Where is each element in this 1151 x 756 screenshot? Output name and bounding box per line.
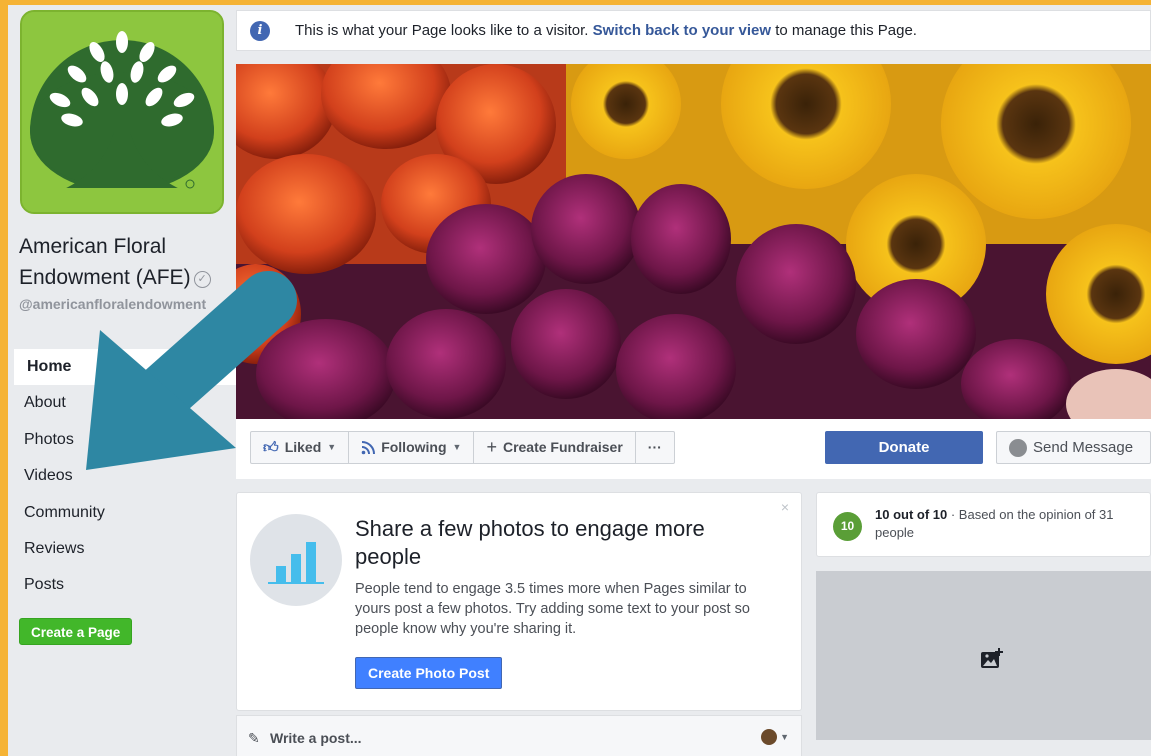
bar-chart-icon [250, 514, 342, 606]
send-message-label: Send Message [1033, 439, 1134, 456]
visitor-view-banner: i This is what your Page looks like to a… [236, 10, 1151, 51]
add-photo-icon [981, 648, 1003, 668]
nav-item-home[interactable]: Home [14, 349, 236, 386]
flowers-cover-image [236, 64, 1151, 419]
switch-view-link[interactable]: Switch back to your view [593, 22, 771, 39]
post-composer[interactable]: ✎ Write a post... ▼ [236, 715, 802, 756]
following-label: Following [381, 439, 447, 455]
rating-score[interactable]: 10 out of 10 [875, 507, 947, 522]
following-button[interactable]: Following ▼ [349, 432, 475, 463]
pencil-icon: ✎ [248, 730, 260, 746]
page-actions-group: 👍︎ Liked ▼ Following ▼ + Create Fundrais… [250, 431, 675, 464]
avatar [761, 729, 778, 745]
banner-suffix: to manage this Page. [775, 22, 917, 39]
rating-text: 10 out of 10 · Based on the opinion of 3… [875, 506, 1145, 542]
page-nav: Home About Photos Videos Community Revie… [14, 349, 236, 604]
rss-icon [361, 440, 376, 454]
page-handle[interactable]: @americanfloralendowment [19, 295, 219, 313]
banner-prefix: This is what your Page looks like to a v… [295, 22, 589, 39]
liked-label: Liked [284, 439, 322, 455]
cover-photo[interactable] [236, 64, 1151, 419]
donate-button[interactable]: Donate [825, 431, 983, 464]
nav-item-about[interactable]: About [14, 385, 236, 421]
nav-item-reviews[interactable]: Reviews [14, 531, 236, 567]
map-placeholder[interactable] [816, 571, 1151, 740]
page-profile-picture[interactable] [20, 10, 224, 214]
plus-icon: + [486, 437, 497, 457]
page-name-text: American Floral Endowment (AFE) [19, 235, 191, 289]
send-message-button[interactable]: Send Message [996, 431, 1151, 464]
nav-item-photos[interactable]: Photos [14, 422, 236, 458]
liked-button[interactable]: 👍︎ Liked ▼ [251, 432, 350, 463]
thumbs-up-icon: 👍︎ [263, 439, 279, 456]
info-icon: i [250, 21, 270, 41]
create-photo-post-button[interactable]: Create Photo Post [355, 657, 503, 689]
chevron-down-icon: ▼ [327, 442, 337, 452]
banner-text: This is what your Page looks like to a v… [295, 22, 917, 39]
rating-badge: 10 [833, 512, 862, 541]
create-page-button[interactable]: Create a Page [19, 618, 133, 645]
post-as-selector[interactable]: ▼ [761, 729, 789, 745]
messenger-icon [1009, 438, 1027, 457]
nav-item-videos[interactable]: Videos [14, 458, 236, 494]
create-fundraiser-button[interactable]: + Create Fundraiser [474, 432, 636, 463]
rating-summary: 10 10 out of 10 · Based on the opinion o… [816, 492, 1151, 557]
verified-check-icon: ✓ [193, 271, 211, 288]
photo-suggestion-card: × Share a few photos to engage more peop… [236, 492, 802, 711]
chevron-down-icon: ▼ [452, 442, 462, 452]
write-post-placeholder: Write a post... [270, 730, 362, 746]
left-sidebar: American Floral Endowment (AFE) ✓ @americ… [8, 5, 236, 756]
card-title: Share a few photos to engage more people [355, 516, 705, 569]
page-action-bar: 👍︎ Liked ▼ Following ▼ + Create Fundrais… [236, 419, 1151, 479]
page-title[interactable]: American Floral Endowment (AFE) ✓ [19, 231, 229, 293]
tree-logo-icon [22, 12, 222, 212]
close-icon[interactable]: × [781, 499, 789, 515]
facebook-page-frame: American Floral Endowment (AFE) ✓ @americ… [8, 5, 1151, 756]
card-body: People tend to engage 3.5 times more whe… [355, 581, 750, 637]
chevron-down-icon: ▼ [780, 732, 789, 742]
nav-item-posts[interactable]: Posts [14, 567, 236, 603]
fundraiser-label: Create Fundraiser [502, 439, 623, 455]
more-options-button[interactable]: ··· [636, 432, 674, 463]
nav-item-community[interactable]: Community [14, 495, 236, 531]
